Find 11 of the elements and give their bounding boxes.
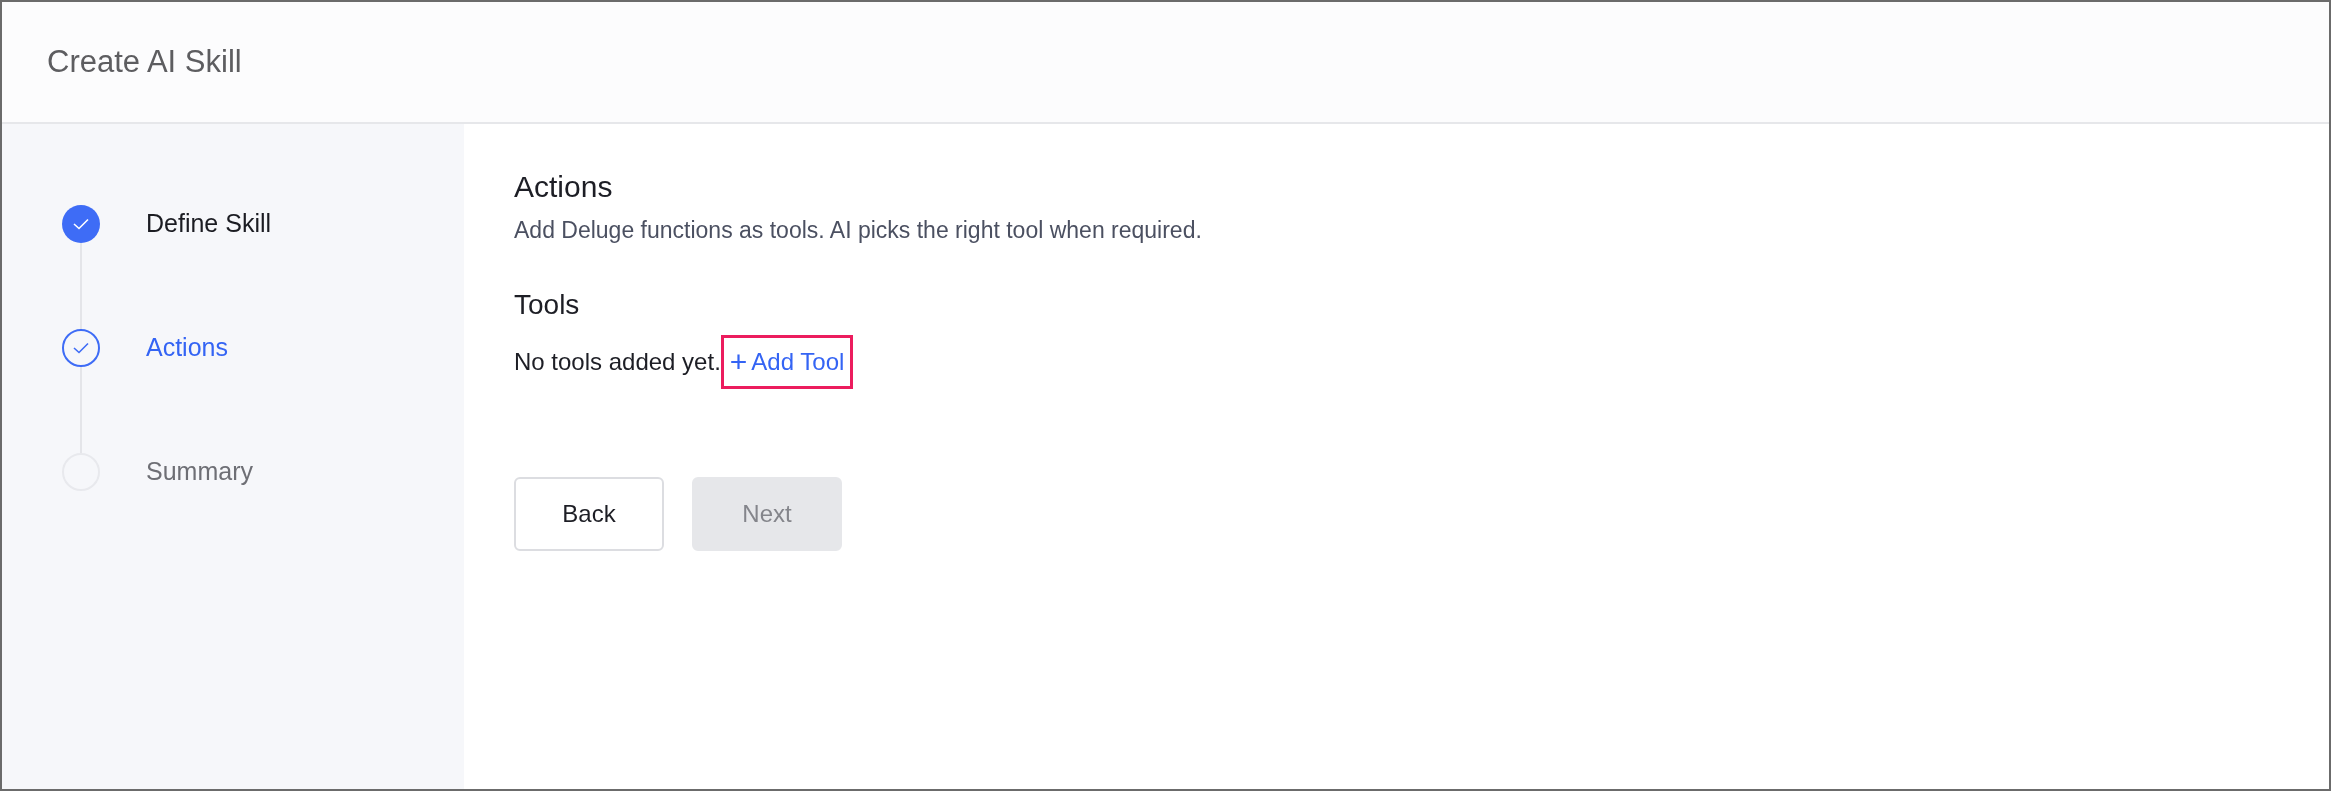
step-label[interactable]: Define Skill — [146, 205, 272, 243]
window-title: Create AI Skill — [47, 43, 242, 81]
step-label[interactable]: Actions — [146, 329, 228, 367]
tools-heading: Tools — [514, 287, 581, 322]
back-button[interactable]: Back — [514, 477, 664, 552]
plus-icon: + — [729, 347, 748, 378]
section-description: Add Deluge functions as tools. AI picks the right tool when required. — [514, 216, 1203, 245]
section-title: Actions — [514, 169, 614, 205]
step-label[interactable]: Summary — [146, 453, 253, 491]
add-tool-link[interactable]: +Add Tool — [720, 335, 854, 390]
empty-message: No tools added yet. — [514, 347, 721, 378]
